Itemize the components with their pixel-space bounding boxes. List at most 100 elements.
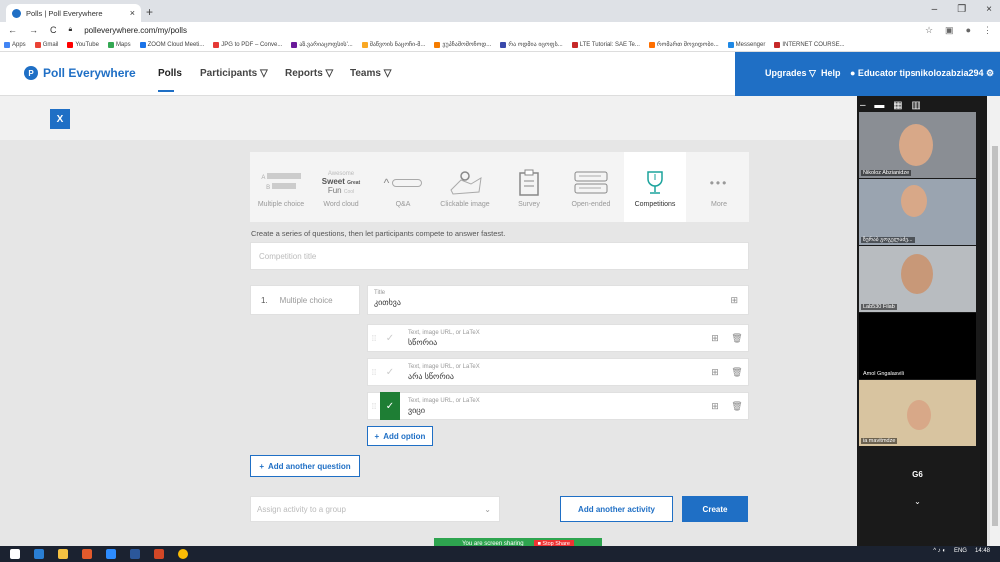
keyboard-language[interactable]: ENG	[954, 548, 967, 554]
educator-tips-link[interactable]: ● Educator tips	[850, 68, 915, 78]
trash-icon[interactable]: 🗑︎	[726, 401, 748, 412]
drag-handle-icon[interactable]: ⁞⁞	[368, 368, 380, 377]
page-scrollbar[interactable]	[990, 140, 1000, 546]
chevron-down-icon[interactable]: ⌄	[859, 497, 976, 506]
add-question-button[interactable]: + Add another question	[250, 455, 360, 477]
image-upload-icon[interactable]: ⊞	[704, 333, 726, 344]
video-tile[interactable]: Lab530 Filab	[859, 246, 976, 312]
user-menu[interactable]: nikolozabzia294 ⚙	[915, 68, 994, 79]
correct-checkbox[interactable]: ✓	[380, 324, 400, 352]
address-actions: ☆ ▣ ● ⋮	[925, 25, 992, 36]
type-competitions[interactable]: Competitions	[624, 152, 686, 222]
bookmark-item[interactable]: აზ.ვარიაცოფსის'...	[291, 41, 353, 48]
image-upload-icon[interactable]: ⊞	[704, 367, 726, 378]
bookmark-item[interactable]: რა ოდმია იცოფს...	[500, 41, 563, 48]
forward-icon[interactable]: →	[29, 25, 38, 35]
nav-participants[interactable]: Participants ▽	[200, 68, 268, 79]
type-clickable-image[interactable]: Clickable image	[434, 152, 496, 222]
nav-teams[interactable]: Teams ▽	[350, 68, 391, 79]
bookmark-item[interactable]: Apps	[4, 41, 26, 48]
browser-tab[interactable]: Polls | Poll Everywhere ×	[6, 4, 141, 22]
nav-reports[interactable]: Reports ▽	[285, 68, 333, 79]
bookmark-label: JPG to PDF – Conve...	[221, 41, 283, 48]
type-qa[interactable]: ^ Q&A	[372, 152, 434, 222]
start-icon[interactable]	[10, 549, 20, 559]
question-title-input[interactable]: Title კითხვა ⊞	[367, 285, 749, 315]
url-field[interactable]: polleverywhere.com/my/polls	[84, 26, 187, 35]
bookmark-item[interactable]: ZOOM Cloud Meeti...	[139, 41, 205, 48]
option-value[interactable]: სწორია	[408, 338, 704, 347]
option-label: Text, image URL, or LaTeX	[408, 397, 480, 404]
bookmark-item[interactable]: YouTube	[67, 41, 99, 48]
correct-checkbox[interactable]: ✓	[380, 358, 400, 386]
star-icon[interactable]: ☆	[925, 25, 933, 36]
type-multiple-choice[interactable]: A B Multiple choice	[250, 152, 312, 222]
bookmark-item[interactable]: INTERNET COURSE...	[774, 41, 845, 48]
edge-icon[interactable]	[34, 549, 44, 559]
qa-icon: ^	[384, 169, 423, 197]
add-option-button[interactable]: + Add option	[367, 426, 433, 446]
chrome-icon[interactable]	[178, 549, 188, 559]
group-select[interactable]: Assign activity to a group ⌄	[250, 496, 500, 522]
bookmark-label: მაწვოის ნაცოჩი-მ...	[369, 42, 426, 48]
bookmark-label: ZOOM Cloud Meeti...	[147, 41, 205, 48]
plus-icon: +	[374, 431, 380, 441]
create-button[interactable]: Create	[682, 496, 748, 522]
profile-icon[interactable]: ●	[966, 25, 971, 36]
option-value[interactable]: არა სწორია	[408, 372, 704, 381]
bookmark-item[interactable]: რომართ მოვიდობი...	[648, 41, 719, 48]
app-icon[interactable]	[82, 549, 92, 559]
bookmark-item[interactable]: მაწვოის ნაცოჩი-მ...	[361, 41, 426, 48]
back-icon[interactable]: ←	[8, 25, 17, 35]
close-editor-button[interactable]: X	[50, 109, 70, 129]
option-row: ⁞⁞ ✓ Text, image URL, or LaTeX სწორია ⊞ 🗑…	[367, 324, 749, 352]
help-link[interactable]: Help	[821, 68, 841, 78]
bookmark-item[interactable]: Maps	[107, 41, 131, 48]
bookmark-icon	[571, 41, 578, 48]
bookmark-item[interactable]: Gmail	[34, 41, 58, 48]
zoom-icon[interactable]	[106, 549, 116, 559]
video-tile[interactable]: Amol Gngalasvili	[859, 313, 976, 379]
explorer-icon[interactable]	[58, 549, 68, 559]
video-tile[interactable]: ზურაბ გოგელაძე...	[859, 179, 976, 245]
option-value[interactable]: ვიცი	[408, 406, 704, 415]
add-activity-button[interactable]: Add another activity	[560, 496, 673, 522]
maximize-icon[interactable]: ❐	[957, 4, 966, 15]
new-tab-icon[interactable]: +	[146, 5, 153, 19]
close-window-icon[interactable]: ×	[986, 4, 992, 15]
bookmark-item[interactable]: JPG to PDF – Conve...	[213, 41, 283, 48]
type-word-cloud[interactable]: Awesome Sweet Great Fun Cool Word cloud	[310, 152, 372, 222]
trash-icon[interactable]: 🗑︎	[726, 333, 748, 344]
extension-icon[interactable]: ▣	[945, 25, 954, 36]
correct-checkbox-checked[interactable]: ✓	[380, 392, 400, 420]
bookmark-item[interactable]: LTE Tutorial: SAE Te...	[571, 41, 640, 48]
nav-polls[interactable]: Polls	[158, 68, 182, 79]
tab-close-icon[interactable]: ×	[130, 8, 135, 18]
video-tile[interactable]: ia mavitmdze	[859, 380, 976, 446]
powerpoint-icon[interactable]	[154, 549, 164, 559]
upgrades-menu[interactable]: Upgrades ▽	[765, 68, 816, 79]
bookmark-icon	[727, 41, 734, 48]
question-type-select[interactable]: 1. Multiple choice	[250, 285, 360, 315]
type-open-ended[interactable]: Open-ended	[560, 152, 622, 222]
minimize-icon[interactable]: –	[932, 4, 938, 15]
word-icon[interactable]	[130, 549, 140, 559]
trash-icon[interactable]: 🗑︎	[726, 367, 748, 378]
video-tile[interactable]: Nikoloz Abzianidze	[859, 112, 976, 178]
competition-title-input[interactable]: Competition title	[250, 242, 749, 270]
type-more[interactable]: ••• More	[688, 152, 750, 222]
video-panel-controls[interactable]: – ▬ ▦ ▥	[860, 100, 924, 111]
image-upload-icon[interactable]: ⊞	[730, 295, 738, 306]
drag-handle-icon[interactable]: ⁞⁞	[368, 402, 380, 411]
poll-everywhere-logo[interactable]: P Poll Everywhere	[24, 66, 136, 80]
bookmark-label: INTERNET COURSE...	[782, 41, 845, 48]
type-survey[interactable]: Survey	[498, 152, 560, 222]
menu-icon[interactable]: ⋮	[983, 25, 992, 36]
bookmark-item[interactable]: ვუპჩამომოჩოდ...	[434, 41, 491, 48]
drag-handle-icon[interactable]: ⁞⁞	[368, 334, 380, 343]
tray-icons[interactable]: ^ ♪ ◐	[933, 548, 946, 554]
image-upload-icon[interactable]: ⊞	[704, 401, 726, 412]
reload-icon[interactable]: C	[50, 25, 57, 35]
bookmark-item[interactable]: Messenger	[727, 41, 765, 48]
clock[interactable]: 14:48	[975, 548, 990, 554]
